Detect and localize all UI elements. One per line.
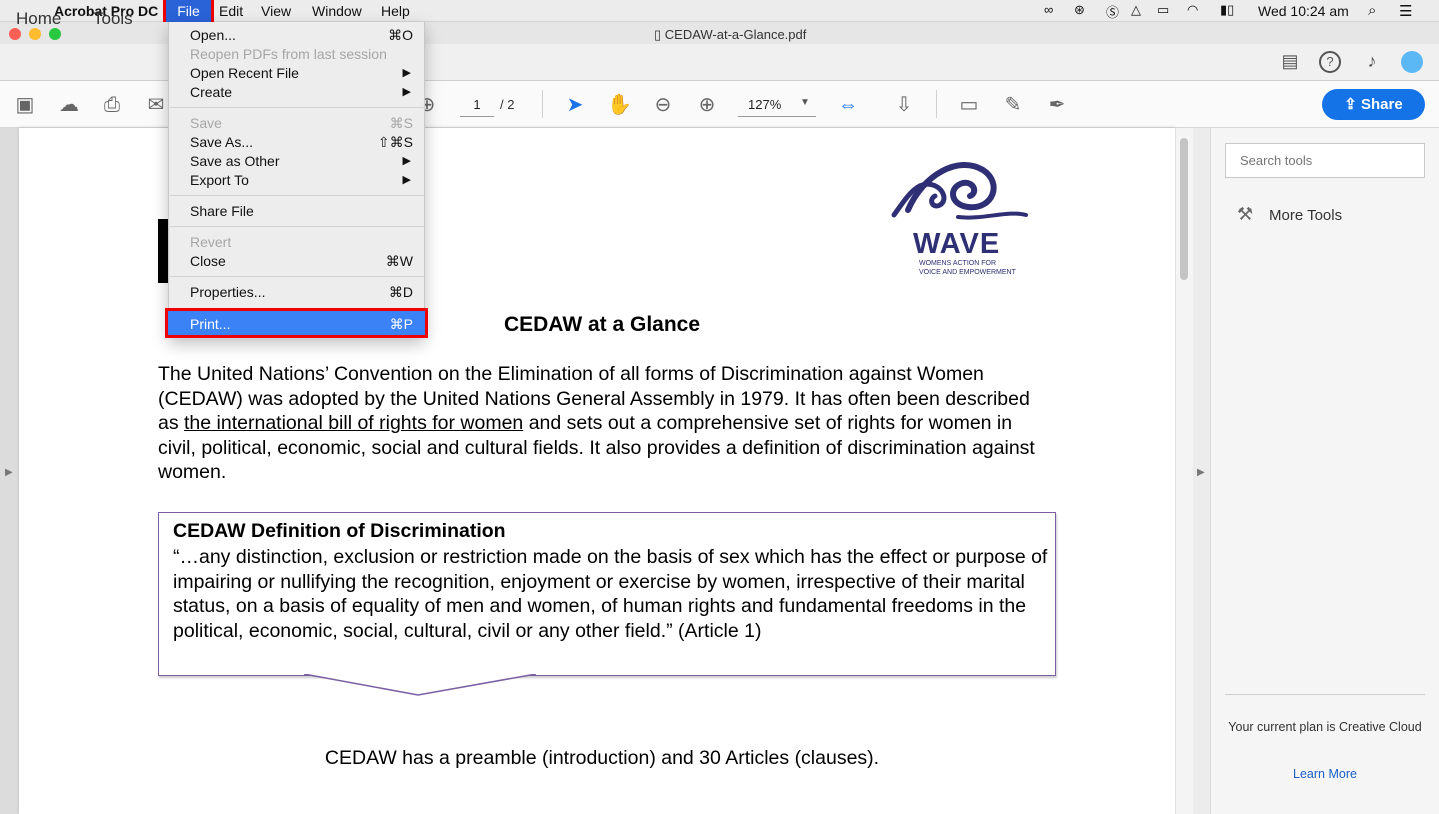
close-window-icon[interactable] xyxy=(9,28,21,40)
sync-icon[interactable]: ⊛ xyxy=(1074,2,1085,18)
submenu-arrow-icon: ▶ xyxy=(402,86,411,98)
menu-item-close[interactable]: Close ⌘W xyxy=(168,251,425,270)
menu-separator xyxy=(168,226,425,227)
intro-paragraph: The United Nations’ Convention on the El… xyxy=(158,363,1035,483)
select-pointer-icon[interactable]: ➤ xyxy=(563,93,587,117)
delta-icon[interactable]: △ xyxy=(1131,2,1141,18)
wave-logo-icon xyxy=(891,162,1028,220)
notification-center-icon[interactable]: ☰ xyxy=(1399,2,1412,20)
toolbar-divider xyxy=(542,90,543,118)
search-tools-input[interactable] xyxy=(1225,143,1425,178)
logo-wordmark: WAVE xyxy=(913,228,1001,260)
menu-item-open-recent[interactable]: Open Recent File ▶ xyxy=(168,63,425,82)
save-icon[interactable]: ▣ xyxy=(13,93,37,117)
minimize-window-icon[interactable] xyxy=(29,28,41,40)
zoom-in-icon[interactable]: ⊕ xyxy=(695,93,719,117)
mac-menu-bar: Acrobat Pro DC File Edit View Window Hel… xyxy=(0,0,1439,25)
share-button[interactable]: ⇪ Share xyxy=(1322,89,1425,120)
right-panel-toggle-icon[interactable]: ▶ xyxy=(1197,467,1205,478)
logo-tagline-2: VOICE AND EMPOWERMENT xyxy=(919,269,1016,276)
menu-item-export-to[interactable]: Export To ▶ xyxy=(168,170,425,189)
menu-separator xyxy=(168,195,425,196)
cloud-upload-icon[interactable]: ☁ xyxy=(57,93,81,117)
highlight-pen-icon[interactable]: ✎ xyxy=(1001,93,1025,117)
zoom-window-icon[interactable] xyxy=(49,28,61,40)
account-avatar[interactable] xyxy=(1401,51,1423,73)
menu-item-properties[interactable]: Properties... ⌘D xyxy=(168,282,425,301)
document-title: ▯ CEDAW-at-a-Glance.pdf xyxy=(654,27,807,42)
learn-more-link[interactable]: Learn More xyxy=(1215,767,1435,781)
page-total: / 2 xyxy=(500,97,515,112)
wifi-icon[interactable]: ◠ xyxy=(1187,2,1198,18)
edit-menu-title[interactable]: Edit xyxy=(219,3,243,19)
menu-item-print[interactable]: Print... ⌘P xyxy=(165,308,428,338)
logo-tagline-1: WOMENS ACTION FOR xyxy=(919,260,996,267)
left-panel-toggle-icon[interactable]: ▶ xyxy=(5,467,13,478)
menubar-clock[interactable]: Wed 10:24 am xyxy=(1258,3,1349,19)
tab-home[interactable]: Home xyxy=(16,9,61,29)
sign-pen-icon[interactable]: ✒ xyxy=(1045,93,1069,117)
scrollbar-thumb[interactable] xyxy=(1180,138,1188,280)
chevron-down-icon[interactable]: ▼ xyxy=(800,97,810,108)
view-menu-title[interactable]: View xyxy=(261,3,291,19)
submenu-arrow-icon: ▶ xyxy=(402,174,411,186)
plan-divider xyxy=(1225,694,1425,695)
more-tools-icon[interactable]: ⚒ xyxy=(1237,204,1253,225)
scroll-mode-icon[interactable]: ⇩ xyxy=(892,93,916,117)
submenu-arrow-icon: ▶ xyxy=(402,155,411,167)
document-heading: CEDAW at a Glance xyxy=(503,313,701,336)
plan-text: Your current plan is Creative Cloud xyxy=(1228,720,1422,734)
print-icon[interactable]: ⎙ xyxy=(100,93,124,117)
tab-tools[interactable]: Tools xyxy=(93,9,133,29)
toolbar-divider xyxy=(936,90,937,118)
page-number-input[interactable]: 1 xyxy=(460,93,494,117)
page-fit-icon[interactable]: ⇔ xyxy=(836,93,860,117)
menu-item-save-as[interactable]: Save As... ⇧⌘S xyxy=(168,132,425,151)
menu-separator xyxy=(168,276,425,277)
submenu-arrow-icon: ▶ xyxy=(402,67,411,79)
comments-icon[interactable]: ▤ xyxy=(1279,51,1301,73)
more-tools-link[interactable]: More Tools xyxy=(1269,207,1342,224)
document-footer-text: CEDAW has a preamble (introduction) and … xyxy=(324,747,880,769)
spotlight-search-icon[interactable]: ⌕ xyxy=(1368,2,1376,19)
menu-item-save: Save ⌘S xyxy=(190,115,413,131)
menu-item-revert: Revert xyxy=(190,234,232,250)
battery-icon[interactable]: ▮▯ xyxy=(1220,2,1234,18)
tools-pane xyxy=(1210,128,1439,814)
notifications-bell-icon[interactable]: ♪ xyxy=(1361,51,1383,73)
callout-tail xyxy=(303,674,537,696)
pdf-file-icon: ▯ xyxy=(654,27,665,42)
window-menu-title[interactable]: Window xyxy=(312,3,362,19)
menu-item-create[interactable]: Create ▶ xyxy=(168,82,425,101)
menu-item-reopen-pdfs: Reopen PDFs from last session xyxy=(190,46,387,62)
help-menu-title[interactable]: Help xyxy=(381,3,410,19)
menu-item-save-as-other[interactable]: Save as Other ▶ xyxy=(168,151,425,170)
callout-title: CEDAW Definition of Discrimination xyxy=(173,520,506,542)
comment-icon[interactable]: ▭ xyxy=(957,93,981,117)
menu-separator xyxy=(168,107,425,108)
menu-item-open[interactable]: Open... ⌘O xyxy=(168,25,425,44)
airplay-icon[interactable]: ▭ xyxy=(1157,2,1169,18)
zoom-out-icon[interactable]: ⊖ xyxy=(651,93,675,117)
menu-item-share-file[interactable]: Share File xyxy=(168,201,425,220)
s-badge-icon[interactable]: Ⓢ xyxy=(1106,2,1119,21)
callout-body: “…any distinction, exclusion or restrict… xyxy=(173,546,1048,643)
creative-cloud-icon[interactable]: ∞ xyxy=(1044,2,1053,17)
file-menu-title[interactable]: File xyxy=(163,0,214,25)
share-icon: ⇪ xyxy=(1344,96,1362,113)
email-icon[interactable]: ✉ xyxy=(144,93,168,117)
underlined-phrase: the international bill of rights for wom… xyxy=(184,412,524,434)
help-icon[interactable]: ? xyxy=(1319,51,1341,73)
hand-tool-icon[interactable]: ✋ xyxy=(607,93,632,117)
